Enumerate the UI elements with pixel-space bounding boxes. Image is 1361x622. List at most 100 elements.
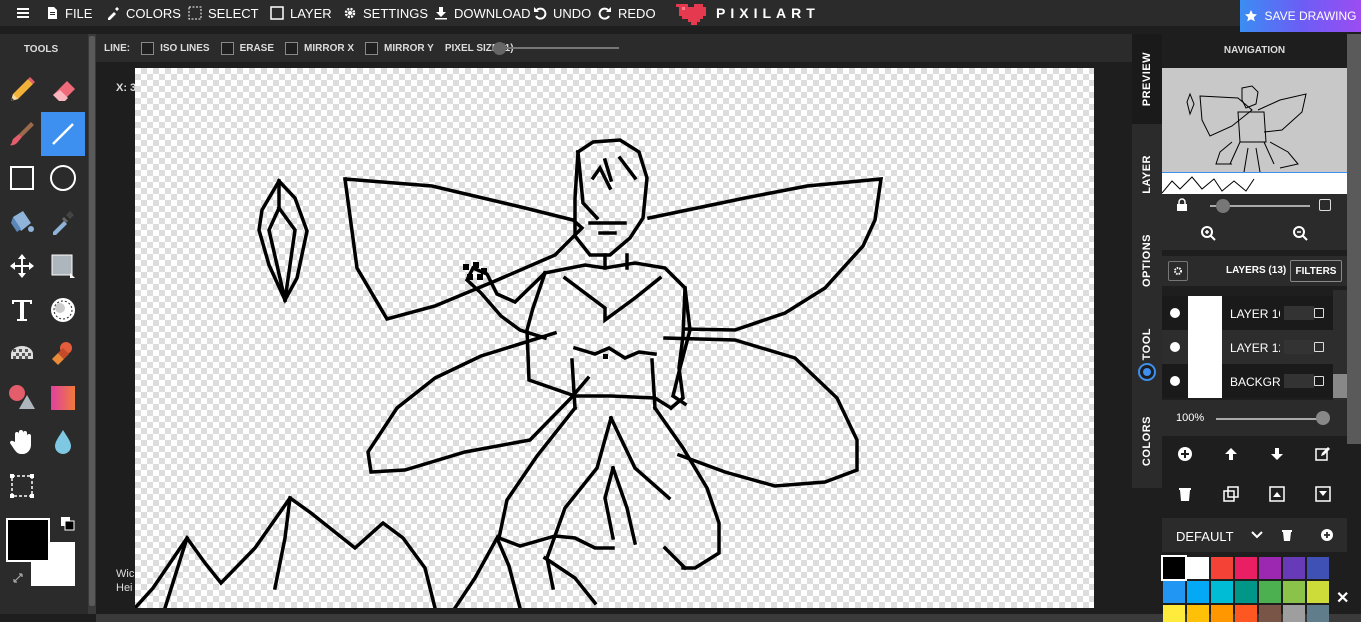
menu-redo[interactable]: REDO bbox=[598, 0, 656, 26]
primary-color-swatch[interactable] bbox=[6, 518, 50, 562]
tools-scrollbar-thumb[interactable] bbox=[89, 36, 95, 606]
menu-settings[interactable]: SETTINGS bbox=[343, 0, 428, 26]
move-layer-down-button[interactable] bbox=[1267, 444, 1287, 464]
layer-row[interactable]: LAYER 10 bbox=[1162, 296, 1347, 330]
palette-swatch[interactable] bbox=[1283, 581, 1305, 603]
menu-file[interactable]: FILE bbox=[45, 0, 92, 26]
layer-row[interactable]: BACKGROUND bbox=[1162, 364, 1347, 398]
palette-swatch[interactable] bbox=[1259, 581, 1281, 603]
pan-tool[interactable] bbox=[0, 420, 44, 464]
add-layer-button[interactable] bbox=[1175, 444, 1195, 464]
swap-colors-icon[interactable] bbox=[12, 572, 24, 584]
plus-circle-icon[interactable] bbox=[1320, 528, 1334, 542]
default-colors-icon[interactable] bbox=[60, 516, 76, 532]
edit-layer-button[interactable] bbox=[1313, 444, 1333, 464]
palette-swatch[interactable] bbox=[1259, 605, 1281, 622]
duplicate-layer-button[interactable] bbox=[1221, 484, 1241, 504]
palette-swatch[interactable] bbox=[1307, 581, 1329, 603]
chevron-down-icon[interactable] bbox=[1251, 530, 1263, 540]
dither-tool[interactable] bbox=[0, 332, 44, 376]
palette-swatch[interactable] bbox=[1187, 605, 1209, 622]
mirror-x-checkbox[interactable] bbox=[285, 41, 299, 55]
pixel-size-slider[interactable] bbox=[495, 47, 619, 49]
layer-visibility-toggle[interactable] bbox=[1170, 342, 1180, 352]
gradient-tool[interactable] bbox=[41, 376, 85, 420]
text-tool[interactable] bbox=[0, 288, 44, 332]
palette-swatch[interactable] bbox=[1307, 605, 1329, 622]
circle-tool[interactable] bbox=[41, 156, 85, 200]
mirror-y-checkbox[interactable] bbox=[365, 41, 379, 55]
shape-tool[interactable] bbox=[0, 376, 44, 420]
menu-select[interactable]: SELECT bbox=[188, 0, 259, 26]
palette-name-select[interactable]: DEFAULT bbox=[1176, 529, 1234, 544]
layer-visibility-toggle[interactable] bbox=[1170, 376, 1180, 386]
palette-swatch[interactable] bbox=[1235, 581, 1257, 603]
palette-swatch[interactable] bbox=[1187, 581, 1209, 603]
close-palette-button[interactable]: ✕ bbox=[1336, 588, 1349, 608]
layer-lock-button[interactable] bbox=[1284, 374, 1314, 388]
brush-tool[interactable] bbox=[0, 112, 44, 156]
eraser-tool[interactable] bbox=[41, 68, 85, 112]
palette-swatch[interactable] bbox=[1187, 557, 1209, 579]
merge-layer-up-button[interactable] bbox=[1267, 484, 1287, 504]
line-tool[interactable] bbox=[41, 112, 85, 156]
palette-swatch[interactable] bbox=[1161, 555, 1187, 581]
tab-layer[interactable]: LAYER bbox=[1132, 134, 1162, 214]
filters-button[interactable]: FILTERS bbox=[1290, 260, 1342, 282]
palette-swatch[interactable] bbox=[1235, 605, 1257, 622]
move-layer-up-button[interactable] bbox=[1221, 444, 1241, 464]
palette-swatch[interactable] bbox=[1235, 557, 1257, 579]
layer-opacity-thumb[interactable] bbox=[1316, 411, 1330, 425]
fill-bucket-tool[interactable] bbox=[0, 200, 44, 244]
crop-tool[interactable] bbox=[0, 464, 44, 508]
hamburger-menu-button[interactable] bbox=[16, 0, 30, 26]
select-area-tool[interactable] bbox=[41, 244, 85, 288]
tab-colors[interactable]: COLORS bbox=[1132, 404, 1162, 478]
palette-swatch[interactable] bbox=[1283, 557, 1305, 579]
layers-settings-button[interactable] bbox=[1168, 261, 1188, 281]
pencil-tool[interactable] bbox=[0, 68, 44, 112]
erase-option[interactable]: ERASE bbox=[220, 41, 274, 55]
layer-opacity-slider[interactable] bbox=[1216, 418, 1326, 420]
tab-preview[interactable]: PREVIEW bbox=[1132, 34, 1162, 124]
panel-scrollbar[interactable] bbox=[1347, 34, 1361, 444]
palette-swatch[interactable] bbox=[1163, 605, 1185, 622]
navigation-zoom-thumb[interactable] bbox=[1216, 199, 1230, 213]
iso-lines-option[interactable]: ISO LINES bbox=[141, 41, 210, 55]
color-picker-tool[interactable] bbox=[41, 200, 85, 244]
drawing-canvas[interactable] bbox=[135, 68, 1094, 608]
stamp-tool[interactable] bbox=[41, 332, 85, 376]
layer-checkbox[interactable] bbox=[1314, 376, 1324, 386]
move-tool[interactable] bbox=[0, 244, 44, 288]
menu-download[interactable]: DOWNLOAD bbox=[434, 0, 531, 26]
zoom-out-icon[interactable] bbox=[1292, 225, 1308, 241]
layers-scrollbar-thumb[interactable] bbox=[1333, 374, 1347, 398]
lock-icon[interactable] bbox=[1176, 198, 1188, 212]
rectangle-tool[interactable] bbox=[0, 156, 44, 200]
palette-swatch[interactable] bbox=[1211, 605, 1233, 622]
palette-swatch[interactable] bbox=[1163, 581, 1185, 603]
pixilart-logo[interactable]: PIXILART bbox=[676, 0, 820, 26]
blur-tool[interactable] bbox=[41, 420, 85, 464]
iso-lines-checkbox[interactable] bbox=[141, 41, 155, 55]
delete-layer-button[interactable] bbox=[1175, 484, 1195, 504]
palette-swatch[interactable] bbox=[1307, 557, 1329, 579]
menu-undo[interactable]: UNDO bbox=[533, 0, 591, 26]
navigation-checkbox[interactable] bbox=[1319, 199, 1331, 211]
erase-checkbox[interactable] bbox=[220, 41, 234, 55]
trash-icon[interactable] bbox=[1281, 528, 1293, 542]
layer-checkbox[interactable] bbox=[1314, 342, 1324, 352]
menu-layer[interactable]: LAYER bbox=[270, 0, 332, 26]
layer-lock-button[interactable] bbox=[1284, 340, 1314, 354]
layer-row[interactable]: LAYER 12 bbox=[1162, 330, 1347, 364]
layer-visibility-toggle[interactable] bbox=[1170, 308, 1180, 318]
save-drawing-button[interactable]: SAVE DRAWING bbox=[1240, 0, 1361, 32]
merge-layer-down-button[interactable] bbox=[1313, 484, 1333, 504]
lighten-tool[interactable] bbox=[41, 288, 85, 332]
zoom-in-icon[interactable] bbox=[1200, 225, 1216, 241]
palette-swatch[interactable] bbox=[1259, 557, 1281, 579]
mirror-y-option[interactable]: MIRROR Y bbox=[365, 41, 434, 55]
mirror-x-option[interactable]: MIRROR X bbox=[285, 41, 354, 55]
palette-swatch[interactable] bbox=[1211, 557, 1233, 579]
pixel-size-slider-thumb[interactable] bbox=[493, 42, 506, 55]
